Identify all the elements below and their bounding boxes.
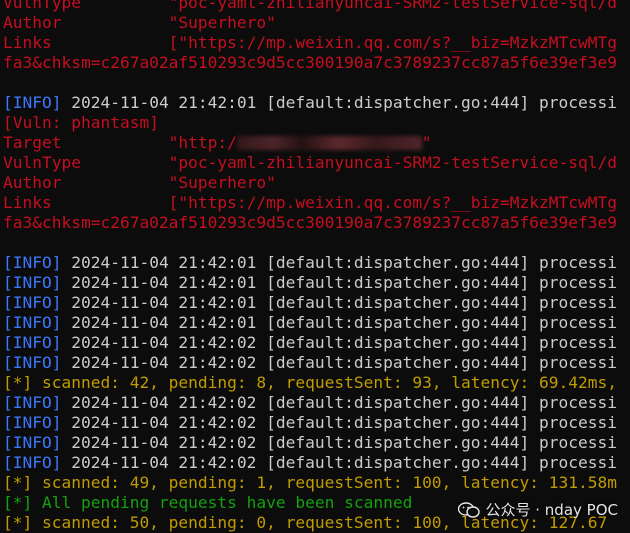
wechat-icon bbox=[457, 501, 480, 518]
terminal-text: 2024-11-04 21:42:02 [default:dispatcher.… bbox=[61, 413, 617, 432]
terminal-line: [INFO] 2024-11-04 21:42:01 [default:disp… bbox=[3, 93, 630, 113]
terminal-line: [INFO] 2024-11-04 21:42:01 [default:disp… bbox=[3, 273, 630, 293]
terminal-text: VulnType "poc-yaml-zhilianyuncai-SRM2-te… bbox=[3, 0, 617, 12]
terminal-text: 2024-11-04 21:42:02 [default:dispatcher.… bbox=[61, 393, 617, 412]
terminal-text: 2024-11-04 21:42:02 [default:dispatcher.… bbox=[61, 333, 617, 352]
terminal-text: Links ["https://mp.weixin.qq.com/s?__biz… bbox=[3, 193, 617, 212]
terminal-text: 2024-11-04 21:42:01 [default:dispatcher.… bbox=[61, 313, 617, 332]
terminal-line: [*] scanned: 42, pending: 8, requestSent… bbox=[3, 373, 630, 393]
terminal-text: [INFO] bbox=[3, 393, 62, 412]
terminal-text: [INFO] bbox=[3, 353, 62, 372]
terminal-line: Links ["https://mp.weixin.qq.com/s?__biz… bbox=[3, 33, 630, 53]
terminal-text: Author "Superhero" bbox=[3, 13, 276, 32]
terminal-line: [*] scanned: 49, pending: 1, requestSent… bbox=[3, 473, 630, 493]
terminal-text: [INFO] bbox=[3, 413, 62, 432]
terminal-line: Author "Superhero" bbox=[3, 173, 630, 193]
terminal-text: fa3&chksm=c267a02af510293c9d5cc300190a7c… bbox=[3, 213, 617, 232]
terminal-text: 2024-11-04 21:42:01 [default:dispatcher.… bbox=[61, 293, 617, 312]
terminal-text: [*] scanned: 42, pending: 8, requestSent… bbox=[3, 373, 617, 392]
terminal-text: VulnType "poc-yaml-zhilianyuncai-SRM2-te… bbox=[3, 153, 617, 172]
terminal-line: fa3&chksm=c267a02af510293c9d5cc300190a7c… bbox=[3, 53, 630, 73]
terminal-line: [INFO] 2024-11-04 21:42:02 [default:disp… bbox=[3, 353, 630, 373]
terminal-text: Links ["https://mp.weixin.qq.com/s?__biz… bbox=[3, 33, 617, 52]
terminal-text: [INFO] bbox=[3, 293, 62, 312]
terminal-output: VulnType "poc-yaml-zhilianyuncai-SRM2-te… bbox=[3, 0, 630, 533]
terminal-text: 2024-11-04 21:42:02 [default:dispatcher.… bbox=[61, 453, 617, 472]
terminal-line: fa3&chksm=c267a02af510293c9d5cc300190a7c… bbox=[3, 213, 630, 233]
terminal-text: [INFO] bbox=[3, 313, 62, 332]
terminal-text: [INFO] bbox=[3, 453, 62, 472]
terminal-text: fa3&chksm=c267a02af510293c9d5cc300190a7c… bbox=[3, 53, 617, 72]
terminal-line: [Vuln: phantasm] bbox=[3, 113, 630, 133]
terminal-text: Author "Superhero" bbox=[3, 173, 276, 192]
watermark-text: 公众号 · nday POC bbox=[485, 501, 619, 519]
terminal-text: [*] scanned: 49, pending: 1, requestSent… bbox=[3, 473, 617, 492]
terminal-text: [INFO] bbox=[3, 433, 62, 452]
terminal-text: " bbox=[421, 133, 432, 152]
terminal-line: Target "http:/ " bbox=[3, 133, 630, 153]
terminal-line: Author "Superhero" bbox=[3, 13, 630, 33]
terminal-line: [INFO] 2024-11-04 21:42:02 [default:disp… bbox=[3, 393, 630, 413]
terminal-text: [*] All pending requests have been scann… bbox=[3, 493, 413, 512]
terminal-line: VulnType "poc-yaml-zhilianyuncai-SRM2-te… bbox=[3, 0, 630, 13]
terminal-line: [INFO] 2024-11-04 21:42:01 [default:disp… bbox=[3, 253, 630, 273]
terminal-text: [INFO] bbox=[3, 93, 62, 112]
terminal-line: [INFO] 2024-11-04 21:42:02 [default:disp… bbox=[3, 333, 630, 353]
watermark: 公众号 · nday POC bbox=[457, 499, 619, 520]
terminal-text: 2024-11-04 21:42:01 [default:dispatcher.… bbox=[61, 273, 617, 292]
terminal-line: [INFO] 2024-11-04 21:42:02 [default:disp… bbox=[3, 453, 630, 473]
terminal-line: [INFO] 2024-11-04 21:42:02 [default:disp… bbox=[3, 413, 630, 433]
terminal-text: [Vuln: phantasm] bbox=[3, 113, 159, 132]
terminal-text: 2024-11-04 21:42:02 [default:dispatcher.… bbox=[61, 353, 617, 372]
terminal-line: VulnType "poc-yaml-zhilianyuncai-SRM2-te… bbox=[3, 153, 630, 173]
terminal-line: [INFO] 2024-11-04 21:42:01 [default:disp… bbox=[3, 313, 630, 333]
redacted-url bbox=[236, 136, 422, 150]
terminal-line: Links ["https://mp.weixin.qq.com/s?__biz… bbox=[3, 193, 630, 213]
terminal-line: [INFO] 2024-11-04 21:42:01 [default:disp… bbox=[3, 293, 630, 313]
terminal-text: 2024-11-04 21:42:01 [default:dispatcher.… bbox=[61, 93, 617, 112]
terminal-text: 2024-11-04 21:42:02 [default:dispatcher.… bbox=[61, 433, 617, 452]
terminal-text: [INFO] bbox=[3, 273, 62, 292]
terminal-line: [INFO] 2024-11-04 21:42:02 [default:disp… bbox=[3, 433, 630, 453]
terminal-text: 2024-11-04 21:42:01 [default:dispatcher.… bbox=[61, 253, 617, 272]
terminal-text: [INFO] bbox=[3, 253, 62, 272]
terminal-text: [INFO] bbox=[3, 333, 62, 352]
terminal-text: Target "http:/ bbox=[3, 133, 237, 152]
